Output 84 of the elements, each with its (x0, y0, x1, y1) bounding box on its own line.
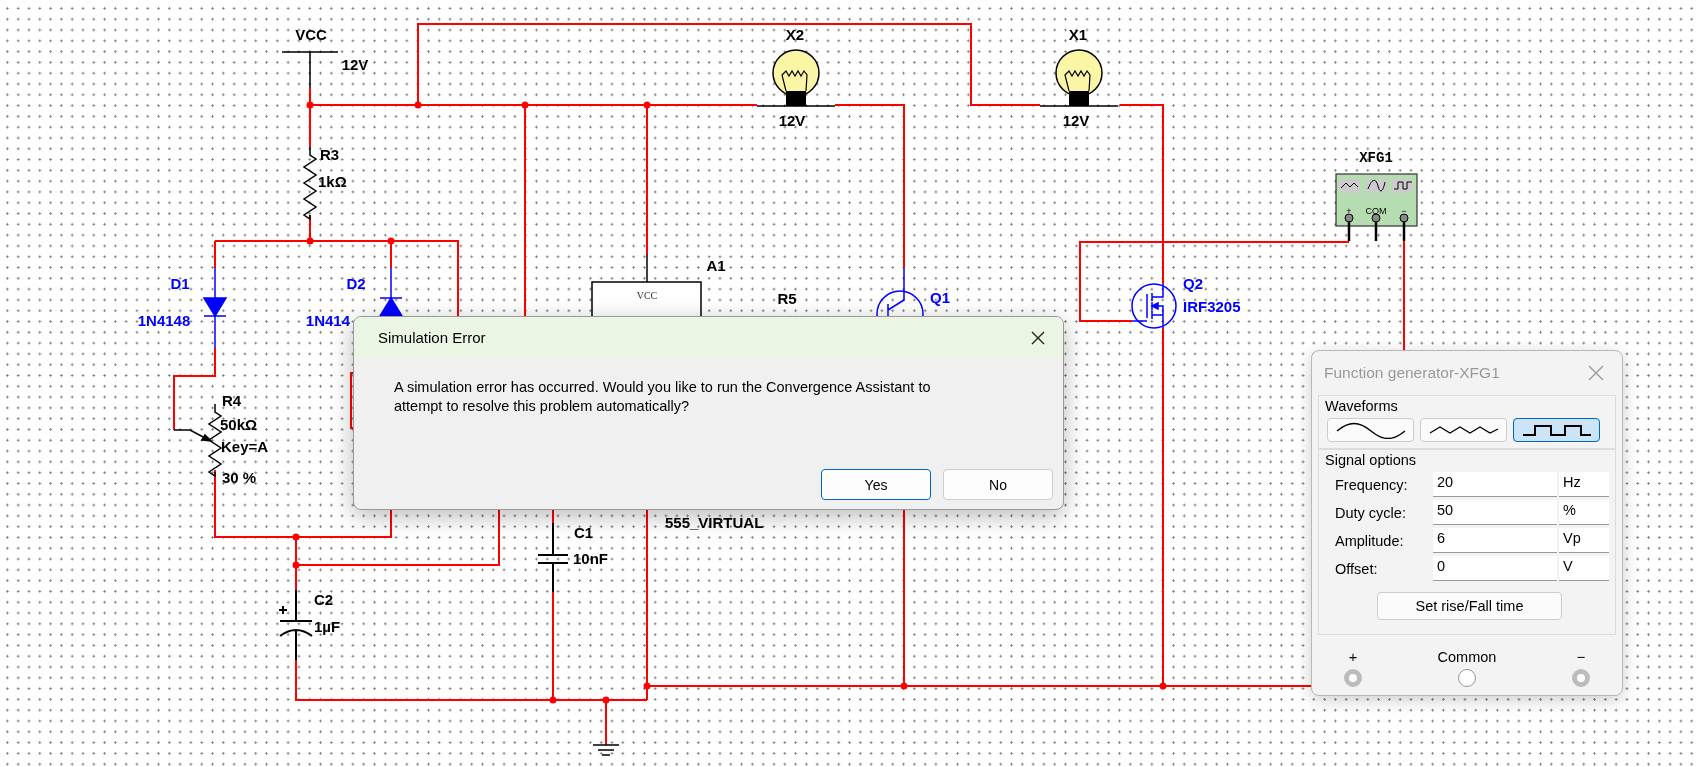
reference-label: R3 (320, 146, 340, 163)
value-label: 555_VIRTUAL (665, 514, 764, 531)
square-wave-icon (1392, 179, 1413, 193)
capacitor-symbol (537, 522, 569, 593)
value-label: 10nF (573, 550, 608, 567)
terminal-label: − (1576, 649, 1586, 665)
reference-label: R4 (222, 392, 242, 409)
junction-dot (1159, 682, 1167, 690)
rise-fall-button[interactable]: Set rise/Fall time (1377, 592, 1562, 620)
key-label: Key=A (221, 438, 269, 455)
value-label: 1kΩ (318, 173, 347, 190)
unit-field[interactable]: V (1559, 556, 1609, 581)
junction-dot (292, 561, 300, 569)
reference-label: A1 (706, 257, 726, 274)
value-field[interactable]: 20 (1433, 472, 1557, 497)
mosfet-symbol (1131, 283, 1177, 329)
reference-label: D2 (346, 275, 366, 292)
value-field[interactable]: 6 (1433, 528, 1557, 553)
terminal-label: + (1346, 206, 1352, 216)
reference-label: VCC (295, 26, 327, 43)
waveform-button[interactable] (1513, 418, 1600, 442)
value-field[interactable]: 0 (1433, 556, 1557, 581)
junction-dot (900, 682, 908, 690)
option-label: Duty cycle: (1335, 504, 1407, 523)
value-label: 12V (778, 112, 806, 129)
value-label: 12V (341, 56, 369, 73)
junction-dot (643, 682, 651, 690)
diode-symbol (378, 267, 404, 317)
junction-dot (602, 696, 610, 704)
reference-label: X1 (1068, 26, 1088, 43)
value-label: 1µF (314, 618, 341, 635)
dialog-button[interactable]: No (943, 469, 1053, 500)
window-title: Function generator-XFG1 (1324, 364, 1500, 382)
reference-label: Q2 (1183, 275, 1203, 292)
value-label: IRF3205 (1183, 298, 1241, 315)
terminal-label: + (1348, 649, 1358, 665)
close-icon (1588, 365, 1604, 381)
terminal-label: Common (1437, 649, 1497, 665)
group-label: Waveforms (1325, 398, 1399, 414)
ground-symbol (592, 744, 620, 756)
option-label: Amplitude: (1335, 532, 1405, 551)
terminal-icon (1344, 213, 1354, 241)
value-label: 1N4148 (137, 312, 191, 329)
wire (552, 509, 554, 524)
reference-label: XFG1 (1359, 150, 1393, 166)
junction-dot (549, 696, 557, 704)
terminal-label: − (1401, 206, 1407, 216)
reference-label: R5 (777, 290, 797, 307)
junction-dot (306, 101, 314, 109)
reference-label: C1 (574, 524, 594, 541)
junction-dot (414, 101, 422, 109)
polarized-capacitor-symbol (278, 589, 313, 661)
option-label: Offset: (1335, 560, 1379, 579)
reference-label: X2 (785, 26, 805, 43)
unit-field[interactable]: Vp (1559, 528, 1609, 553)
terminal-label: COM (1365, 206, 1387, 216)
terminal-icon (1399, 213, 1409, 241)
junction-dot (643, 101, 651, 109)
terminal-icon (1371, 213, 1381, 241)
dialog-title: Simulation Error (378, 329, 486, 346)
junction-dot (292, 533, 300, 541)
value-field[interactable]: 50 (1433, 500, 1557, 525)
vcc-symbol (281, 51, 339, 89)
value-label: 50kΩ (220, 416, 258, 433)
pin-label: VCC (636, 290, 658, 301)
reference-label: C2 (314, 591, 334, 608)
junction-dot (521, 101, 529, 109)
close-icon (1031, 330, 1045, 345)
terminal-icon[interactable] (1458, 669, 1476, 687)
reference-label: D1 (170, 275, 190, 292)
reference-label: Q1 (930, 289, 950, 306)
value-label: 1N414 (305, 312, 350, 329)
lamp-icon (1039, 49, 1119, 107)
junction-dot (306, 237, 314, 245)
setting-label: 30 % (222, 469, 257, 486)
unit-field[interactable]: Hz (1559, 472, 1609, 497)
dialog-button[interactable]: Yes (821, 469, 931, 500)
group-label: Signal options (1325, 452, 1418, 468)
unit-field[interactable]: % (1559, 500, 1609, 525)
option-label: Frequency: (1335, 476, 1409, 495)
error-message: A simulation error has occurred. Would you like to run the Convergence Assistant to attempt to resolve this problem automatically? (394, 378, 932, 416)
lamp-icon (756, 49, 836, 107)
value-label: 12V (1062, 112, 1090, 129)
junction-dot (387, 237, 395, 245)
